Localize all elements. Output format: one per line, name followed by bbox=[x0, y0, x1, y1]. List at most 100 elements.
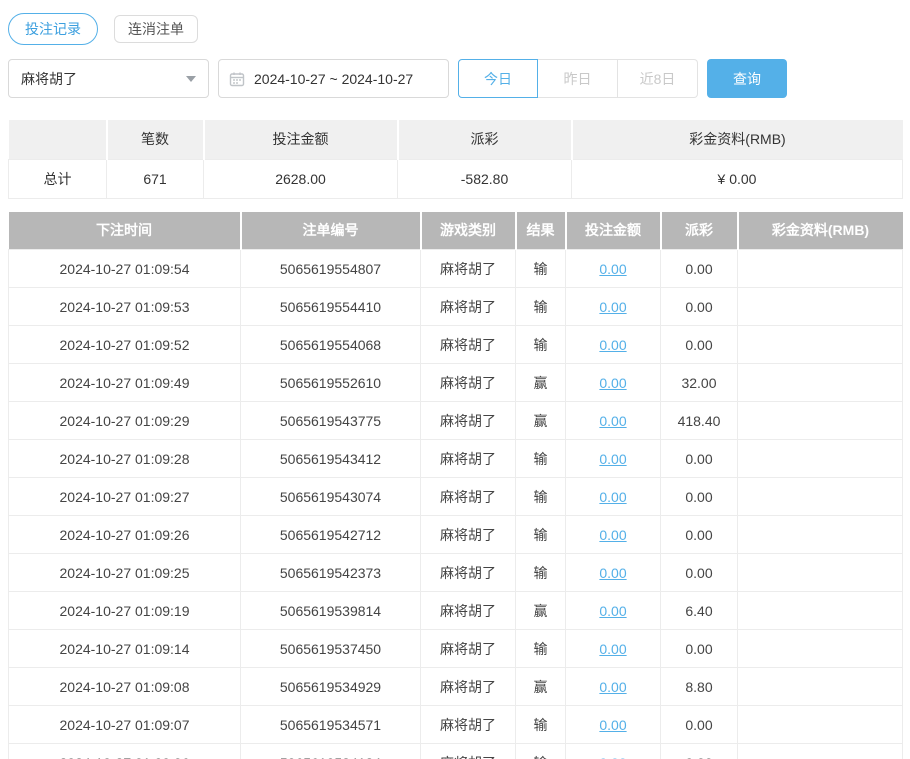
game-select[interactable]: 麻将胡了 bbox=[8, 59, 209, 98]
summary-header-bonus: 彩金资料(RMB) bbox=[572, 120, 903, 159]
filter-bar: 麻将胡了 2024-10-27 ~ 2024-10-27 今日 昨日 近8日 查… bbox=[8, 59, 902, 98]
game-type-cell: 麻将胡了 bbox=[421, 478, 516, 516]
bonus-cell bbox=[738, 326, 903, 364]
tab-bet-records[interactable]: 投注记录 bbox=[8, 13, 98, 46]
bonus-cell bbox=[738, 478, 903, 516]
bonus-cell bbox=[738, 744, 903, 759]
date-range-input[interactable]: 2024-10-27 ~ 2024-10-27 bbox=[218, 59, 449, 98]
header-bonus: 彩金资料(RMB) bbox=[738, 212, 903, 250]
payout-cell: 0.00 bbox=[661, 326, 738, 364]
order-id-cell: 5065619534929 bbox=[241, 668, 421, 706]
tab-cancelled-bets[interactable]: 连消注单 bbox=[114, 15, 198, 44]
table-row: 2024-10-27 01:09:495065619552610麻将胡了赢0.0… bbox=[9, 364, 903, 402]
payout-cell: 0.00 bbox=[661, 516, 738, 554]
game-type-cell: 麻将胡了 bbox=[421, 744, 516, 759]
order-id-cell: 5065619542712 bbox=[241, 516, 421, 554]
order-id-cell: 5065619543412 bbox=[241, 440, 421, 478]
table-row: 2024-10-27 01:09:295065619543775麻将胡了赢0.0… bbox=[9, 402, 903, 440]
result-cell: 输 bbox=[516, 706, 566, 744]
payout-cell: 0.00 bbox=[661, 554, 738, 592]
bet-time-cell: 2024-10-27 01:09:07 bbox=[9, 706, 241, 744]
result-cell: 输 bbox=[516, 554, 566, 592]
result-cell: 输 bbox=[516, 288, 566, 326]
summary-total-row: 总计 671 2628.00 -582.80 ¥ 0.00 bbox=[9, 159, 903, 198]
summary-total-payout: -582.80 bbox=[398, 159, 572, 198]
summary-header-bet-amount: 投注金额 bbox=[204, 120, 398, 159]
game-type-cell: 麻将胡了 bbox=[421, 630, 516, 668]
header-game-type: 游戏类别 bbox=[421, 212, 516, 250]
date-range-value: 2024-10-27 ~ 2024-10-27 bbox=[254, 71, 413, 87]
bet-amount-link[interactable]: 0.00 bbox=[599, 565, 626, 581]
bet-amount-link[interactable]: 0.00 bbox=[599, 679, 626, 695]
bet-amount-link[interactable]: 0.00 bbox=[599, 375, 626, 391]
bet-amount-link[interactable]: 0.00 bbox=[599, 261, 626, 277]
game-type-cell: 麻将胡了 bbox=[421, 706, 516, 744]
bet-amount-cell: 0.00 bbox=[566, 440, 661, 478]
bet-amount-cell: 0.00 bbox=[566, 326, 661, 364]
order-id-cell: 5065619534571 bbox=[241, 706, 421, 744]
bet-amount-cell: 0.00 bbox=[566, 668, 661, 706]
table-row: 2024-10-27 01:09:265065619542712麻将胡了输0.0… bbox=[9, 516, 903, 554]
bet-amount-link[interactable]: 0.00 bbox=[599, 641, 626, 657]
bonus-cell bbox=[738, 440, 903, 478]
bonus-cell bbox=[738, 288, 903, 326]
bet-amount-link[interactable]: 0.00 bbox=[599, 451, 626, 467]
payout-cell: 6.40 bbox=[661, 592, 738, 630]
game-type-cell: 麻将胡了 bbox=[421, 554, 516, 592]
bet-amount-link[interactable]: 0.00 bbox=[599, 337, 626, 353]
result-cell: 赢 bbox=[516, 592, 566, 630]
bet-amount-cell: 0.00 bbox=[566, 288, 661, 326]
bet-table-header-row: 下注时间 注单编号 游戏类别 结果 投注金额 派彩 彩金资料(RMB) bbox=[9, 212, 903, 250]
bonus-cell bbox=[738, 706, 903, 744]
bet-amount-link[interactable]: 0.00 bbox=[599, 489, 626, 505]
bet-amount-link[interactable]: 0.00 bbox=[599, 603, 626, 619]
bet-time-cell: 2024-10-27 01:09:52 bbox=[9, 326, 241, 364]
game-type-cell: 麻将胡了 bbox=[421, 592, 516, 630]
payout-cell: 32.00 bbox=[661, 364, 738, 402]
result-cell: 输 bbox=[516, 478, 566, 516]
bonus-cell bbox=[738, 364, 903, 402]
game-type-cell: 麻将胡了 bbox=[421, 440, 516, 478]
bet-amount-cell: 0.00 bbox=[566, 364, 661, 402]
bonus-cell bbox=[738, 516, 903, 554]
payout-cell: 0.00 bbox=[661, 440, 738, 478]
bet-amount-link[interactable]: 0.00 bbox=[599, 717, 626, 733]
bet-amount-cell: 0.00 bbox=[566, 250, 661, 288]
last-8-days-button[interactable]: 近8日 bbox=[618, 59, 698, 98]
game-select-value: 麻将胡了 bbox=[21, 69, 77, 89]
bet-time-cell: 2024-10-27 01:09:14 bbox=[9, 630, 241, 668]
top-tabs: 投注记录 连消注单 bbox=[8, 10, 902, 48]
table-row: 2024-10-27 01:09:535065619554410麻将胡了输0.0… bbox=[9, 288, 903, 326]
result-cell: 输 bbox=[516, 630, 566, 668]
result-cell: 输 bbox=[516, 250, 566, 288]
bet-amount-cell: 0.00 bbox=[566, 402, 661, 440]
query-button[interactable]: 查询 bbox=[707, 59, 787, 98]
payout-cell: 0.00 bbox=[661, 288, 738, 326]
table-row: 2024-10-27 01:09:545065619554807麻将胡了输0.0… bbox=[9, 250, 903, 288]
today-button[interactable]: 今日 bbox=[458, 59, 538, 98]
bet-amount-link[interactable]: 0.00 bbox=[599, 755, 626, 759]
table-row: 2024-10-27 01:09:085065619534929麻将胡了赢0.0… bbox=[9, 668, 903, 706]
order-id-cell: 5065619554410 bbox=[241, 288, 421, 326]
result-cell: 赢 bbox=[516, 668, 566, 706]
game-type-cell: 麻将胡了 bbox=[421, 250, 516, 288]
table-row: 2024-10-27 01:09:075065619534571麻将胡了输 0.0… bbox=[9, 706, 903, 744]
summary-header-row: 笔数 投注金额 派彩 彩金资料(RMB) bbox=[9, 120, 903, 159]
bet-amount-link[interactable]: 0.00 bbox=[599, 299, 626, 315]
bet-time-cell: 2024-10-27 01:09:28 bbox=[9, 440, 241, 478]
bet-time-cell: 2024-10-27 01:09:19 bbox=[9, 592, 241, 630]
table-row: 2024-10-27 01:09:275065619543074麻将胡了输0.0… bbox=[9, 478, 903, 516]
yesterday-button[interactable]: 昨日 bbox=[538, 59, 618, 98]
header-bet-amount: 投注金额 bbox=[566, 212, 661, 250]
header-bet-time: 下注时间 bbox=[9, 212, 241, 250]
bonus-cell bbox=[738, 630, 903, 668]
bet-amount-link[interactable]: 0.00 bbox=[599, 413, 626, 429]
result-cell: 赢 bbox=[516, 402, 566, 440]
summary-header-count: 笔数 bbox=[107, 120, 204, 159]
table-row: 2024-10-27 01:09:255065619542373麻将胡了输0.0… bbox=[9, 554, 903, 592]
order-id-cell: 5065619537450 bbox=[241, 630, 421, 668]
game-type-cell: 麻将胡了 bbox=[421, 364, 516, 402]
bet-amount-link[interactable]: 0.00 bbox=[599, 527, 626, 543]
bet-time-cell: 2024-10-27 01:09:06 bbox=[9, 744, 241, 759]
summary-table: 笔数 投注金额 派彩 彩金资料(RMB) 总计 671 2628.00 -582… bbox=[8, 120, 903, 199]
